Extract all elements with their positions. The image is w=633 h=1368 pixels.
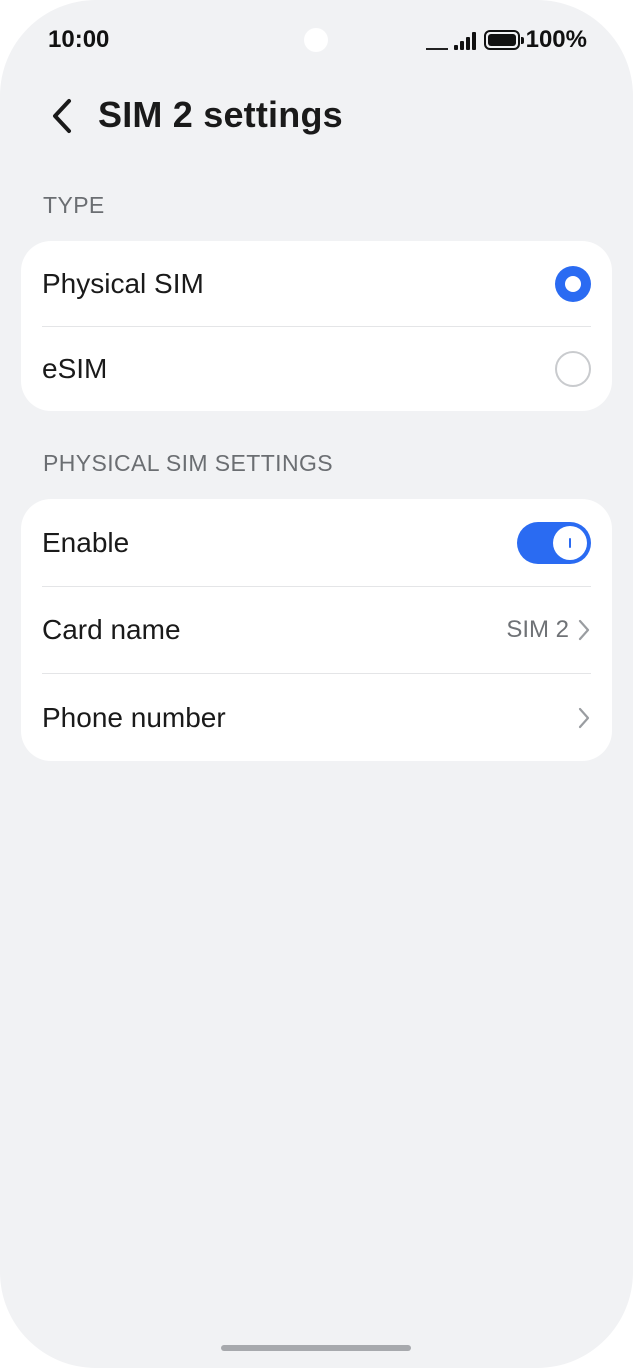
phone-screen: 10:00 100% SIM 2 settings TYPE Physical … xyxy=(0,0,633,1368)
section-label-type: TYPE xyxy=(43,192,105,218)
app-header: SIM 2 settings xyxy=(0,86,633,148)
radio-selected-icon[interactable] xyxy=(555,265,591,302)
option-label: eSIM xyxy=(42,353,108,384)
status-indicators: 100% xyxy=(425,26,587,54)
card-name-row[interactable]: Card name SIM 2 xyxy=(21,587,612,673)
physical-sim-card: Enable Card name SIM 2 Phone number xyxy=(21,499,612,761)
toggle-knob xyxy=(553,525,587,560)
camera-cutout xyxy=(304,28,328,52)
battery-percent: 100% xyxy=(525,26,587,53)
card-name-value: SIM 2 xyxy=(506,616,569,643)
battery-icon xyxy=(483,30,524,50)
enable-label: Enable xyxy=(42,526,130,558)
status-time: 10:00 xyxy=(48,26,110,53)
type-card: Physical SIM eSIM xyxy=(21,241,612,411)
section-label-physical-sim-settings: PHYSICAL SIM SETTINGS xyxy=(43,450,333,476)
phone-number-row[interactable]: Phone number xyxy=(21,674,612,761)
page-title: SIM 2 settings xyxy=(98,94,343,135)
signal-icon xyxy=(425,30,476,50)
enable-toggle[interactable] xyxy=(517,521,591,564)
back-arrow-icon xyxy=(53,99,71,133)
option-label: Physical SIM xyxy=(42,267,204,299)
option-esim[interactable]: eSIM xyxy=(21,327,612,411)
home-indicator[interactable] xyxy=(221,1345,411,1351)
chevron-right-icon xyxy=(577,618,591,642)
radio-unselected-icon[interactable] xyxy=(555,351,591,387)
enable-row[interactable]: Enable xyxy=(21,499,612,586)
chevron-right-icon xyxy=(577,706,591,730)
status-bar: 10:00 100% xyxy=(0,0,633,80)
back-button[interactable] xyxy=(38,92,86,140)
option-physical-sim[interactable]: Physical SIM xyxy=(21,241,612,326)
phone-number-label: Phone number xyxy=(42,701,226,733)
card-name-label: Card name xyxy=(42,614,181,645)
